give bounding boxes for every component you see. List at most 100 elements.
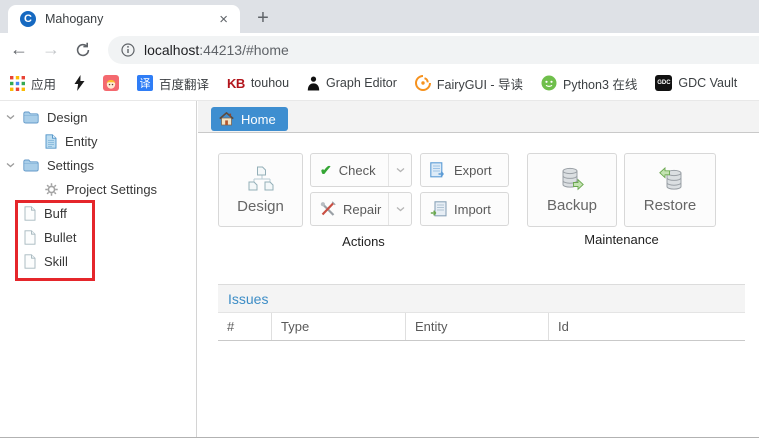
column-header-entity[interactable]: Entity — [405, 313, 548, 340]
bookmark-label: Python3 在线 — [563, 74, 637, 93]
column-header-type[interactable]: Type — [271, 313, 405, 340]
new-tab-button[interactable]: + — [248, 4, 278, 32]
backup-button[interactable]: Backup — [527, 153, 617, 227]
address-bar: ← → localhost:44213/#home — [0, 33, 759, 66]
import-icon — [430, 201, 447, 217]
tab-title: Mahogany — [45, 12, 219, 26]
tree-item-design[interactable]: Design — [0, 105, 190, 129]
backup-button-label: Backup — [547, 197, 597, 214]
bookmarks-bar: 应用 译 百度翻译 KB touhou — [0, 66, 759, 101]
url-host: localhost — [144, 42, 199, 58]
back-button[interactable]: ← — [6, 33, 32, 66]
reload-button[interactable] — [70, 33, 96, 66]
bookmark-pink-site[interactable] — [103, 75, 119, 91]
export-button-label: Export — [454, 163, 492, 178]
issues-title: Issues — [228, 291, 268, 307]
check-icon: ✔ — [320, 162, 332, 179]
check-dropdown-button[interactable] — [388, 154, 411, 186]
url-omnibox[interactable]: localhost:44213/#home — [108, 36, 759, 64]
chevron-down-icon — [396, 206, 405, 212]
python-icon — [541, 75, 557, 91]
chevron-down-icon[interactable] — [6, 114, 16, 120]
tab-home[interactable]: Home — [211, 107, 288, 131]
sidebar-tree: Design Entity Settings — [0, 101, 197, 437]
bookmark-baidu-translate[interactable]: 译 百度翻译 — [137, 74, 209, 93]
column-header-id[interactable]: Id — [548, 313, 745, 340]
chevron-down-icon — [396, 167, 405, 173]
export-icon — [430, 162, 447, 178]
tree-item-label: Buff — [44, 206, 67, 221]
tree-item-label: Design — [47, 110, 87, 125]
restore-database-icon — [659, 167, 682, 192]
issues-panel-header: Issues — [218, 284, 745, 312]
browser-tab[interactable]: C Mahogany × — [8, 5, 240, 33]
export-button[interactable]: Export — [420, 153, 509, 187]
tree-item-project-settings[interactable]: Project Settings — [0, 177, 190, 201]
tree-item-buff[interactable]: Buff — [0, 201, 190, 225]
check-button[interactable]: ✔ Check — [310, 153, 412, 187]
bookmark-label: FairyGUI - 导读 — [437, 74, 523, 93]
bookmark-python3[interactable]: Python3 在线 — [541, 74, 637, 93]
tab-home-label: Home — [241, 112, 276, 127]
translate-icon: 译 — [137, 75, 153, 91]
document-icon — [45, 134, 57, 149]
group-label-actions: Actions — [218, 234, 509, 249]
pink-face-icon — [103, 75, 119, 91]
bookmark-fairygui[interactable]: FairyGUI - 导读 — [415, 74, 523, 93]
tree-item-label: Skill — [44, 254, 68, 269]
restore-button[interactable]: Restore — [624, 153, 716, 227]
bookmark-label: 百度翻译 — [159, 74, 209, 93]
page-icon — [24, 254, 36, 269]
tree-item-entity[interactable]: Entity — [0, 129, 190, 153]
favicon-icon: C — [20, 11, 36, 27]
forward-button[interactable]: → — [38, 33, 64, 66]
app-tab-bar: Home — [198, 101, 759, 133]
bookmark-graph-editor[interactable]: Graph Editor — [307, 76, 397, 91]
repair-button-label: Repair — [343, 202, 381, 217]
bookmark-label: touhou — [251, 76, 289, 90]
tree-item-settings[interactable]: Settings — [0, 153, 190, 177]
kb-icon: KB — [227, 76, 245, 91]
tree-item-skill[interactable]: Skill — [0, 249, 190, 273]
bookmark-label: 应用 — [31, 74, 56, 93]
tree-item-bullet[interactable]: Bullet — [0, 225, 190, 249]
home-icon — [219, 112, 234, 126]
person-icon — [307, 76, 320, 91]
reload-icon — [75, 42, 91, 58]
apps-grid-icon — [10, 76, 25, 91]
check-button-label: Check — [339, 163, 376, 178]
chevron-down-icon[interactable] — [6, 162, 16, 168]
repair-dropdown-button[interactable] — [388, 193, 411, 225]
bookmark-apps[interactable]: 应用 — [10, 74, 56, 93]
bookmark-touhou[interactable]: KB touhou — [227, 76, 289, 91]
restore-button-label: Restore — [644, 197, 697, 214]
url-path: :44213/#home — [199, 42, 289, 58]
repair-button[interactable]: Repair — [310, 192, 412, 226]
bookmark-lightning[interactable] — [74, 75, 85, 91]
url-text: localhost:44213/#home — [144, 42, 289, 58]
bookmark-gdc-vault[interactable]: GDC GDC Vault — [655, 75, 737, 91]
gear-icon — [45, 183, 58, 196]
lightning-icon — [74, 75, 85, 91]
repair-tools-icon — [320, 201, 336, 217]
issues-panel: Issues # Type Entity Id — [218, 284, 745, 341]
import-button[interactable]: Import — [420, 192, 509, 226]
design-button-label: Design — [237, 198, 284, 215]
column-header-number[interactable]: # — [218, 313, 271, 340]
gdc-icon: GDC — [655, 75, 672, 91]
screen: C Mahogany × + ← → localhost:44213/#home — [0, 0, 759, 442]
fairygui-icon — [415, 75, 431, 91]
design-button[interactable]: Design — [218, 153, 303, 227]
app-bottom-border — [0, 437, 759, 438]
bookmark-label: GDC Vault — [678, 76, 737, 90]
page-icon — [24, 206, 36, 221]
group-label-maintenance: Maintenance — [527, 232, 716, 247]
main-content: Design ✔ Check Repair — [198, 133, 759, 437]
tree-item-label: Bullet — [44, 230, 77, 245]
page-icon — [24, 230, 36, 245]
tree-item-label: Project Settings — [66, 182, 157, 197]
page-info-icon[interactable] — [121, 43, 135, 57]
tab-close-icon[interactable]: × — [219, 12, 228, 27]
bookmark-label: Graph Editor — [326, 76, 397, 90]
issues-table-header: # Type Entity Id — [218, 312, 745, 341]
